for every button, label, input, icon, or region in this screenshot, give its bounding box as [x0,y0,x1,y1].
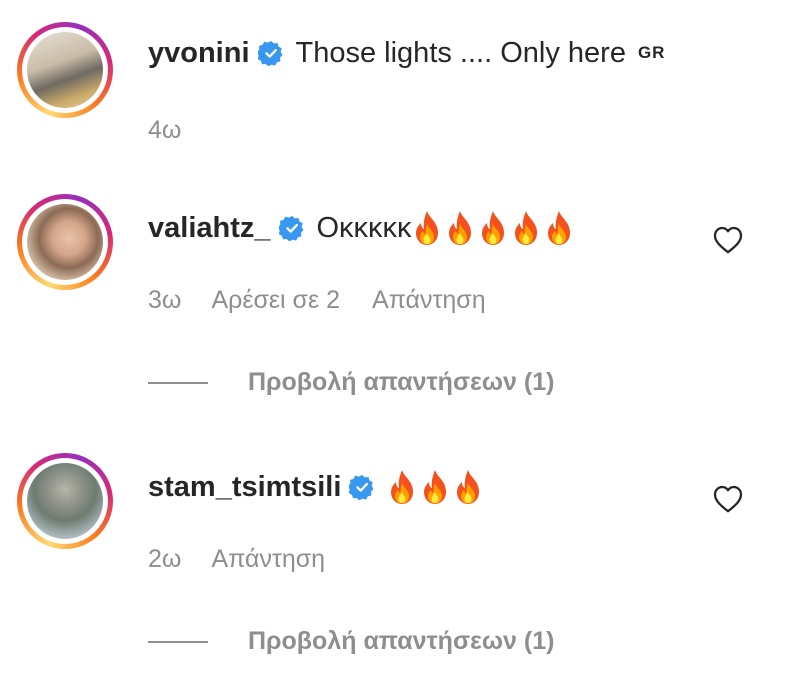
fire-emoji-icon [420,469,450,505]
avatar[interactable] [17,22,113,118]
view-replies-button[interactable]: Προβολή απαντήσεων (1) [148,368,554,397]
view-replies-button[interactable]: Προβολή απαντήσεων (1) [148,627,554,656]
avatar-photo [27,204,103,280]
username[interactable]: yvonini [148,37,250,70]
view-replies-label: Προβολή απαντήσεων (1) [248,368,555,396]
fire-emoji-icon [478,210,508,246]
comment-meta: 3ω Αρέσει σε 2 Απάντηση [148,286,518,315]
fire-emoji-icon [412,210,442,246]
avatar[interactable] [17,194,113,290]
comment-meta: 2ω Απάντηση [148,545,357,574]
reply-button[interactable]: Απάντηση [372,286,486,315]
comment-text: Those lights .... Only here [295,36,626,69]
reply-button[interactable]: Απάντηση [211,545,325,574]
avatar[interactable] [17,453,113,549]
fire-emoji-icon [387,469,417,505]
verified-badge-icon [279,215,305,241]
username[interactable]: stam_tsimtsili [148,471,341,504]
view-replies-label: Προβολή απαντήσεων (1) [248,627,555,655]
username[interactable]: valiahtz_ [148,212,271,245]
replies-divider [148,640,208,643]
like-heart-icon[interactable] [711,224,745,256]
comment-meta: 4ω [148,116,211,145]
fire-emoji-icon [544,210,574,246]
avatar-photo [27,463,103,539]
fire-emoji-icon [445,210,475,246]
avatar-photo [27,32,103,108]
fire-emoji-icon [511,210,541,246]
comment-body: stam_tsimtsili [148,465,486,509]
fire-emoji-icon [453,469,483,505]
replies-divider [148,381,208,384]
flag-text: GR [637,43,666,62]
comment-time[interactable]: 3ω [148,286,181,315]
verified-badge-icon [258,40,284,66]
comment-text: Οκκκκκ [316,211,412,244]
fire-emojis [412,210,577,246]
comment-body: valiahtz_ Οκκκκκ [148,206,577,250]
comment-body: yvonini Those lights .... Only here GR [148,31,665,75]
verified-badge-icon [349,474,375,500]
likes-count[interactable]: Αρέσει σε 2 [211,286,340,315]
comment-time[interactable]: 2ω [148,545,181,574]
like-heart-icon[interactable] [711,483,745,515]
comment-time[interactable]: 4ω [148,116,181,145]
fire-emojis [387,469,486,505]
